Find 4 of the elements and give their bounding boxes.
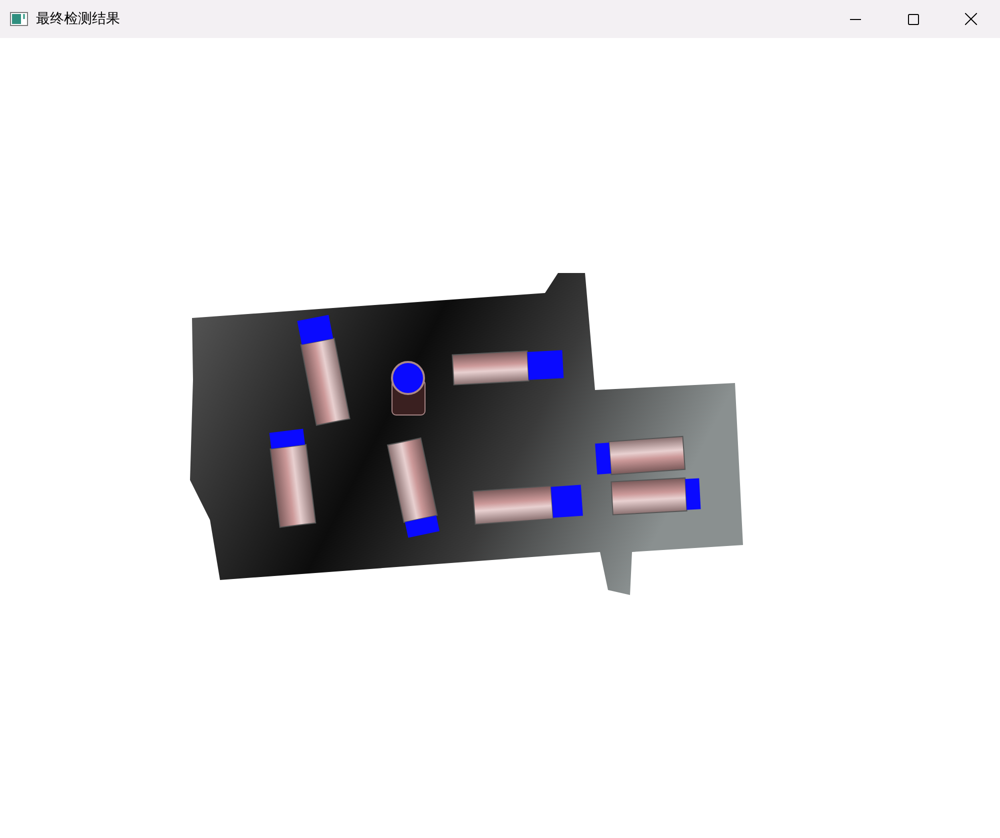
close-icon <box>965 13 977 25</box>
window-title: 最终检测结果 <box>36 10 120 28</box>
maximize-icon <box>908 14 918 24</box>
app-icon <box>10 12 28 26</box>
